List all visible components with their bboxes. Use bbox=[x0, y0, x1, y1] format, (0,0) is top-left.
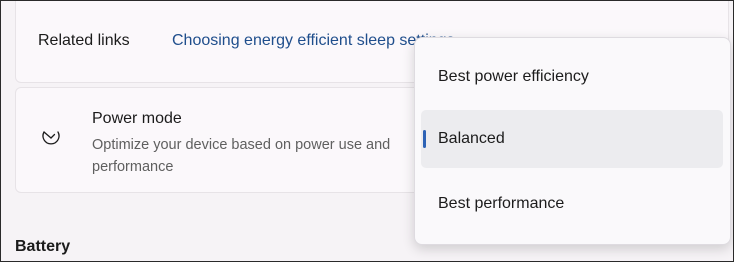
battery-section-title: Battery bbox=[15, 238, 71, 255]
energy-efficient-sleep-link[interactable]: Choosing energy efficient sleep settings bbox=[172, 32, 455, 50]
option-best-performance[interactable]: Best performance bbox=[421, 175, 723, 233]
option-label: Balanced bbox=[438, 130, 505, 147]
settings-window: Related links Choosing energy efficient … bbox=[0, 0, 734, 262]
option-best-power-efficiency[interactable]: Best power efficiency bbox=[421, 48, 723, 106]
power-mode-description: Optimize your device based on power use … bbox=[92, 137, 391, 175]
option-balanced[interactable]: Balanced bbox=[421, 110, 723, 168]
option-label: Best performance bbox=[438, 195, 565, 212]
power-mode-title: Power mode bbox=[92, 110, 182, 127]
power-mode-dropdown[interactable]: Best power efficiency Balanced Best perf… bbox=[414, 37, 731, 245]
selected-indicator bbox=[423, 130, 426, 148]
option-label: Best power efficiency bbox=[438, 68, 589, 85]
related-links-label: Related links bbox=[38, 32, 130, 49]
gauge-icon bbox=[40, 126, 62, 148]
